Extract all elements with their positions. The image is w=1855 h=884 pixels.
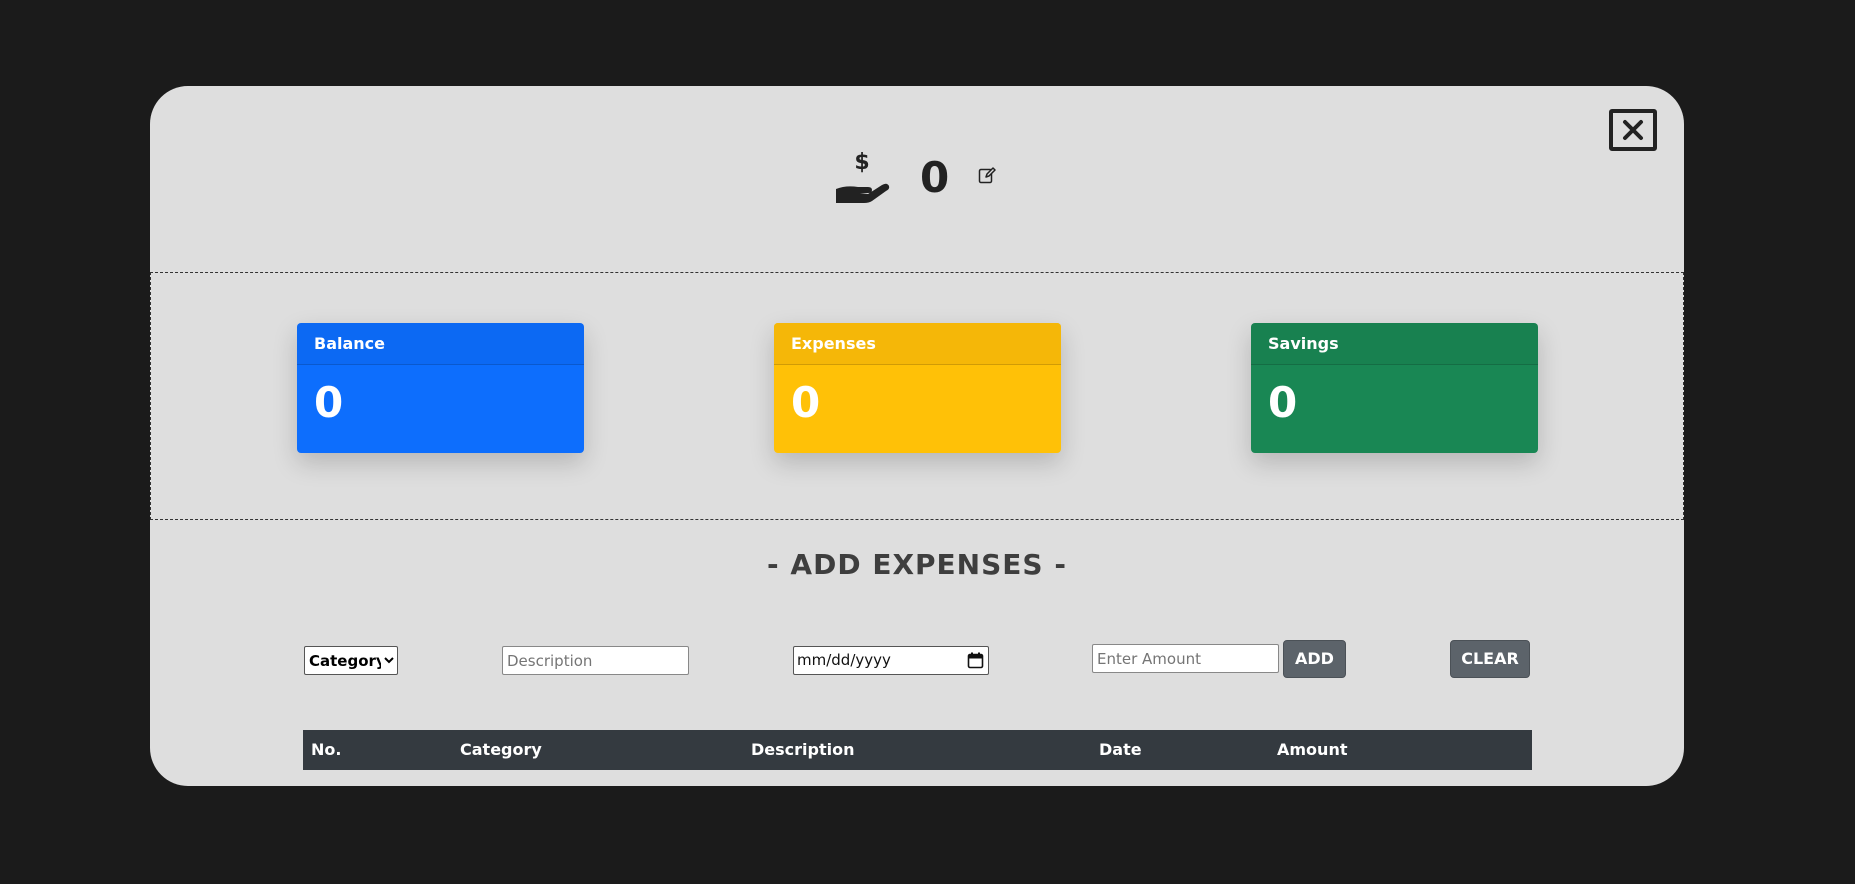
savings-card: Savings 0 <box>1251 323 1538 453</box>
balance-card: Balance 0 <box>297 323 584 453</box>
close-icon <box>1623 120 1643 140</box>
expenses-label: Expenses <box>774 323 1061 365</box>
clear-button[interactable]: CLEAR <box>1450 640 1530 678</box>
summary-cards: Balance 0 Expenses 0 Savings 0 <box>150 272 1684 520</box>
column-header-description: Description <box>751 740 855 759</box>
column-header-no: No. <box>311 740 342 759</box>
amount-input[interactable] <box>1092 644 1279 673</box>
income-value: 0 <box>920 153 950 202</box>
date-value: mm/dd/yyyy <box>797 651 891 669</box>
category-select[interactable]: Category <box>304 646 398 675</box>
savings-label: Savings <box>1251 323 1538 365</box>
column-header-date: Date <box>1099 740 1142 759</box>
budget-modal: $ 0 Balance 0 Expenses 0 Savings 0 - ADD… <box>150 86 1684 786</box>
add-expense-form: Category mm/dd/yyyy ADD CLEAR <box>150 640 1684 692</box>
edit-icon[interactable] <box>978 166 996 184</box>
svg-text:$: $ <box>854 150 869 175</box>
expenses-table-header: No. Category Description Date Amount <box>303 730 1532 770</box>
add-expenses-title: - ADD EXPENSES - <box>767 548 1067 581</box>
add-button[interactable]: ADD <box>1283 640 1346 678</box>
balance-label: Balance <box>297 323 584 365</box>
close-button[interactable] <box>1609 109 1657 151</box>
income-header: $ 0 <box>150 146 1684 226</box>
description-input[interactable] <box>502 646 689 675</box>
calendar-icon[interactable] <box>967 652 984 669</box>
savings-value: 0 <box>1268 378 1298 427</box>
expenses-value: 0 <box>791 378 821 427</box>
date-input[interactable]: mm/dd/yyyy <box>793 646 989 675</box>
hand-dollar-icon: $ <box>836 150 890 203</box>
column-header-category: Category <box>460 740 542 759</box>
expenses-card: Expenses 0 <box>774 323 1061 453</box>
balance-value: 0 <box>314 378 344 427</box>
column-header-amount: Amount <box>1277 740 1348 759</box>
